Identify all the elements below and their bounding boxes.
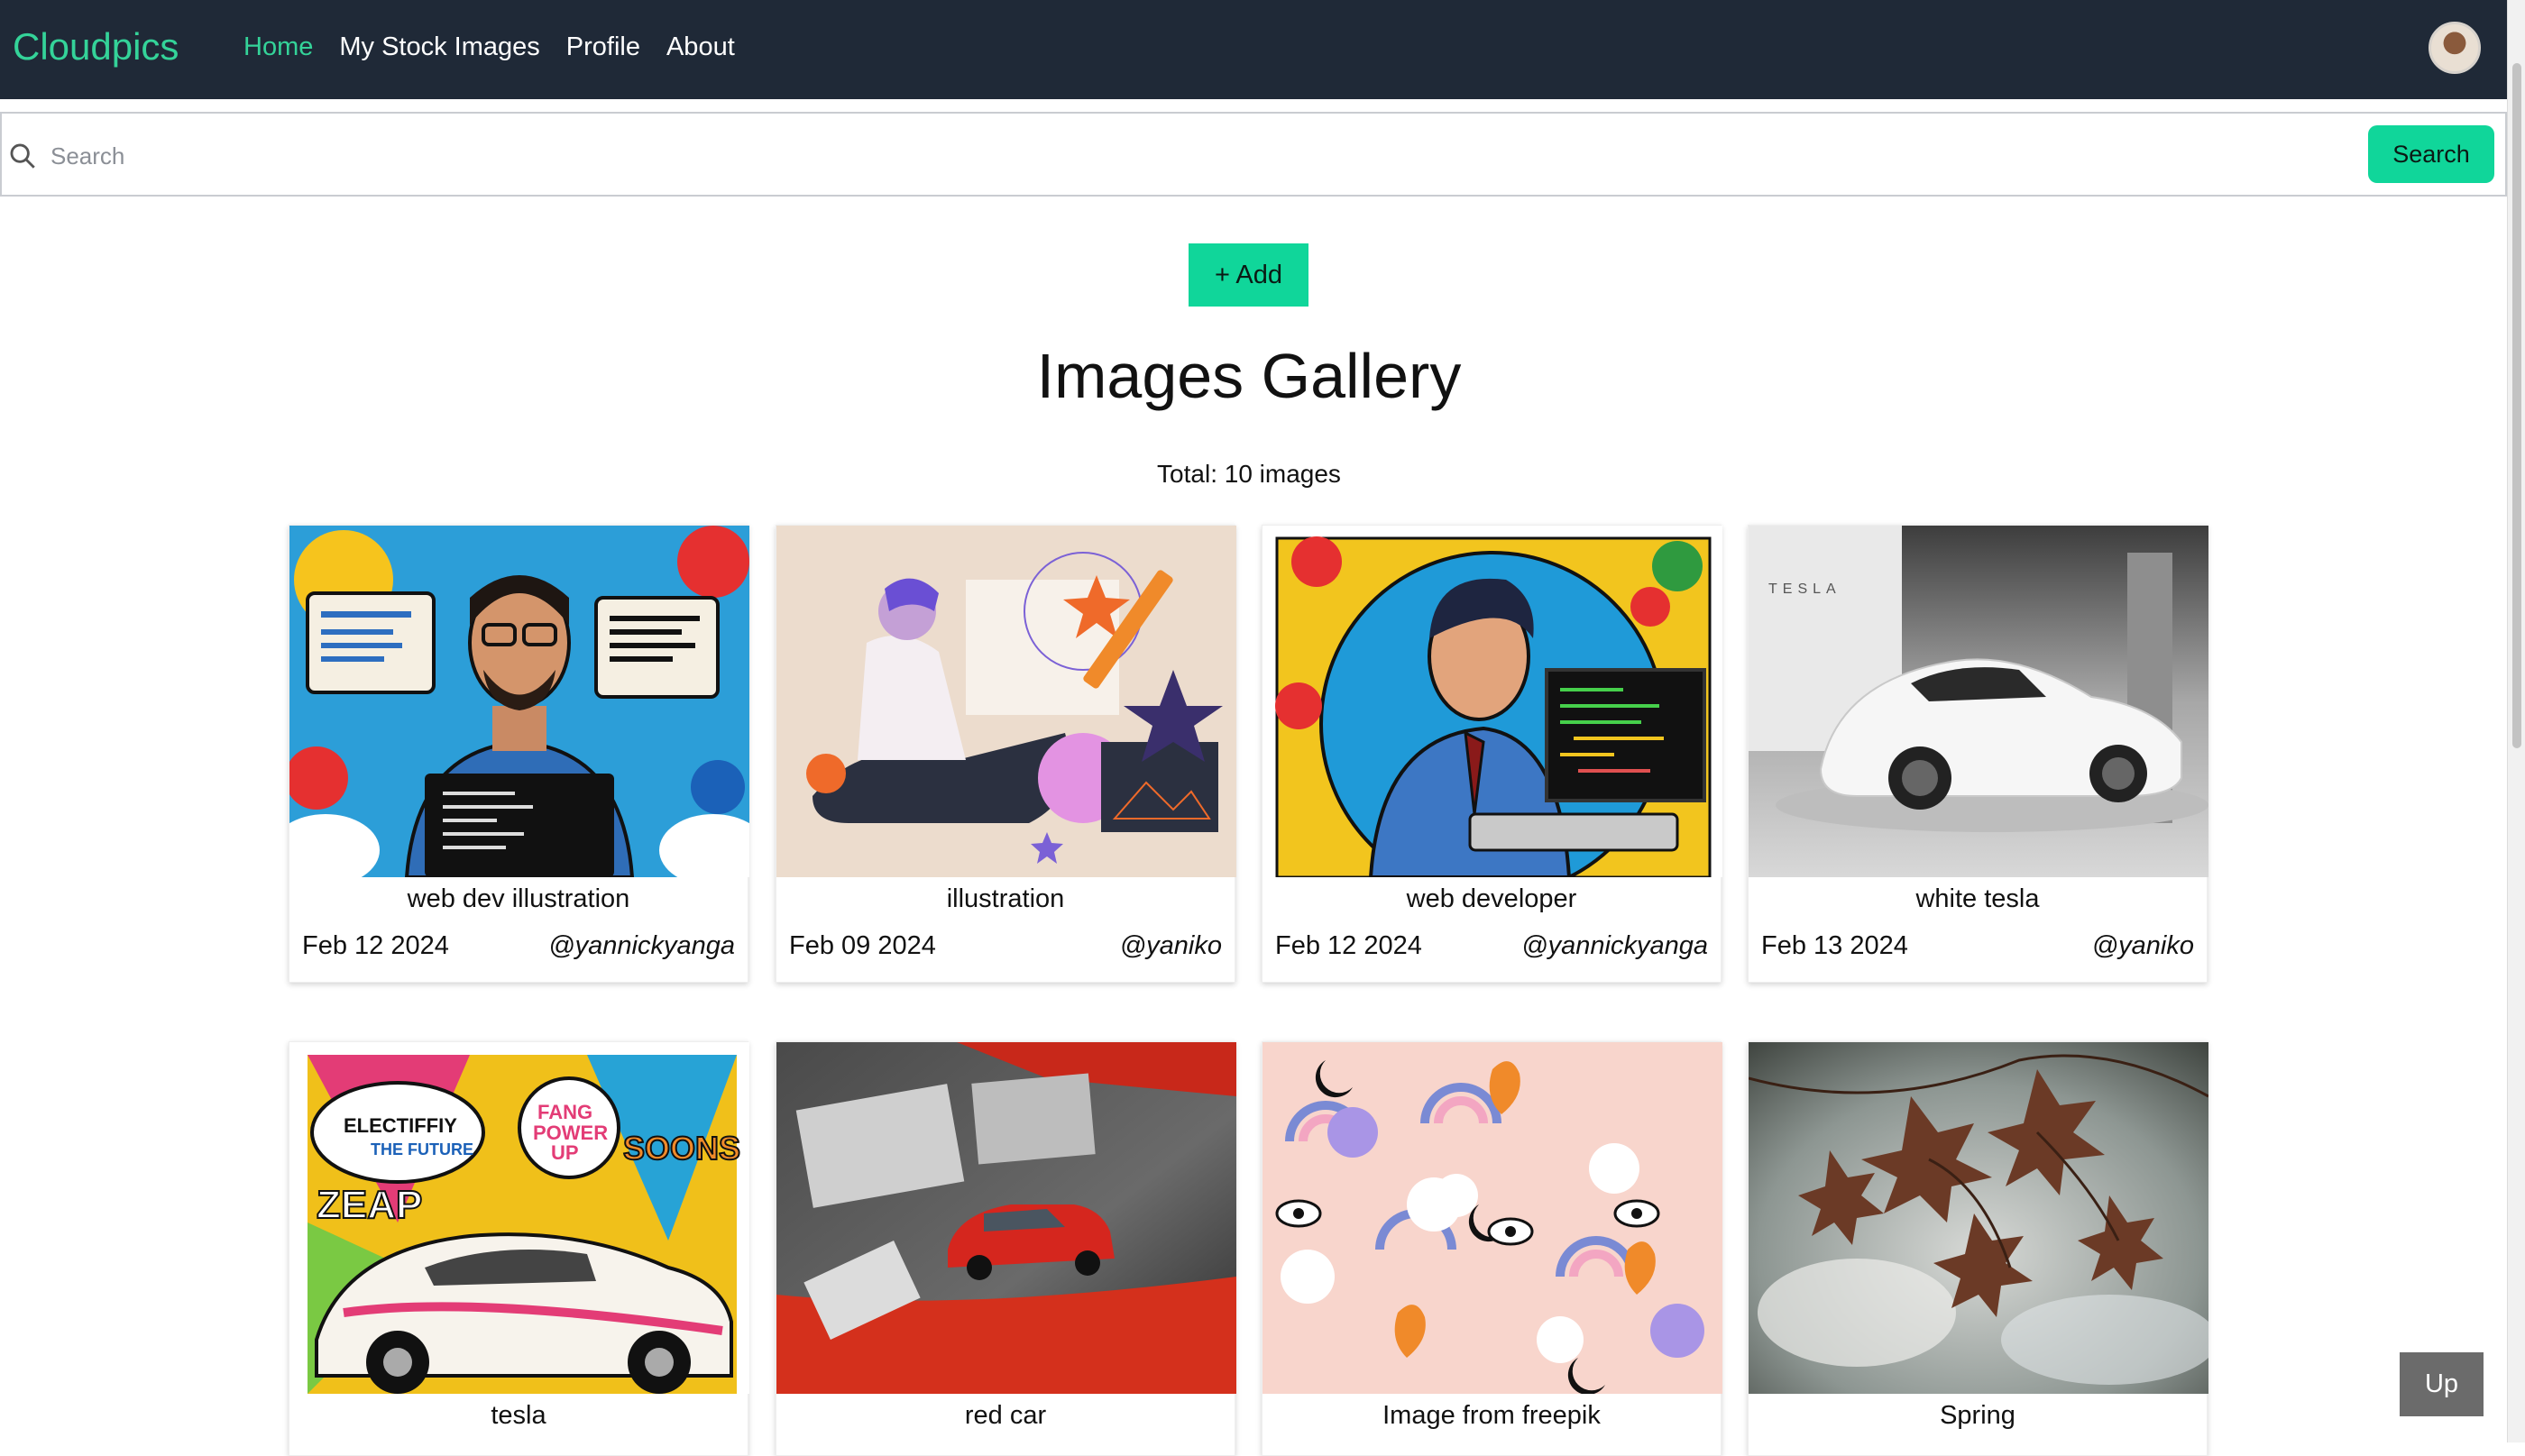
card-date: Feb 12 2024: [302, 931, 449, 960]
card-meta: Feb 13 2024 @yaniko: [1749, 931, 2207, 961]
card-image-pop-art-web-developer: [289, 526, 749, 877]
image-card[interactable]: illustration Feb 09 2024 @yaniko: [776, 525, 1236, 983]
nav-link-about[interactable]: About: [666, 32, 735, 62]
card-meta: Feb 12 2024 @yannickyanga: [1262, 931, 1721, 961]
nav-link-profile[interactable]: Profile: [566, 32, 640, 62]
page-title: Images Gallery: [1036, 341, 1462, 411]
card-title: web dev illustration: [407, 884, 630, 913]
card-title: illustration: [946, 884, 1065, 913]
card-date: Feb 13 2024: [1761, 931, 1908, 960]
image-card[interactable]: web dev illustration Feb 12 2024 @yannic…: [289, 525, 749, 983]
card-title: red car: [964, 1401, 1047, 1430]
image-card[interactable]: Image from freepik: [1262, 1041, 1722, 1456]
svg-text:ELECTIFFIY: ELECTIFFIY: [344, 1114, 457, 1137]
card-title: tesla: [491, 1401, 546, 1430]
card-user[interactable]: @yaniko: [1120, 931, 1222, 961]
card-meta: Feb 12 2024 @yannickyanga: [289, 931, 748, 961]
svg-text:ZEAP: ZEAP: [317, 1183, 422, 1227]
svg-text:UP: UP: [551, 1141, 579, 1164]
total-count: Total: 10 images: [1157, 460, 1341, 488]
svg-text:THE FUTURE: THE FUTURE: [371, 1140, 473, 1158]
add-button[interactable]: + Add: [1189, 243, 1308, 307]
image-card[interactable]: ELECTIFFIY THE FUTURE FANG POWER UP ZEAP…: [289, 1041, 749, 1456]
svg-text:TESLA: TESLA: [1768, 581, 1841, 597]
card-date: Feb 12 2024: [1275, 931, 1422, 960]
search-bar: Search: [0, 112, 2507, 197]
image-card[interactable]: red car: [776, 1041, 1236, 1456]
nav-link-home[interactable]: Home: [243, 32, 313, 62]
search-icon: [10, 143, 35, 169]
svg-text:SOONS: SOONS: [623, 1130, 740, 1167]
image-card[interactable]: TESLA white tesla Feb 13 2024 @yaniko: [1748, 525, 2208, 983]
card-image-pink-pattern: [1262, 1042, 1722, 1394]
card-image-red-car: [776, 1042, 1236, 1394]
image-card[interactable]: Spring: [1748, 1041, 2208, 1456]
card-title: Image from freepik: [1382, 1401, 1601, 1430]
nav-links: Home My Stock Images Profile About: [243, 32, 735, 62]
card-date: Feb 09 2024: [789, 931, 936, 960]
card-image-autumn-leaves: [1749, 1042, 2208, 1394]
search-button[interactable]: Search: [2368, 125, 2494, 183]
card-title: white tesla: [1915, 884, 2040, 913]
card-image-white-tesla: TESLA: [1749, 526, 2208, 877]
svg-text:FANG: FANG: [537, 1101, 592, 1123]
card-image-flat-illustration: [776, 526, 1236, 877]
user-avatar[interactable]: [2429, 22, 2481, 74]
card-user[interactable]: @yaniko: [2092, 931, 2194, 961]
card-meta: Feb 09 2024 @yaniko: [776, 931, 1235, 961]
search-input[interactable]: [49, 132, 2352, 180]
scroll-up-button[interactable]: Up: [2400, 1352, 2484, 1416]
card-title: web developer: [1406, 884, 1577, 913]
brand-logo[interactable]: Cloudpics: [13, 25, 179, 69]
top-navbar: Cloudpics Home My Stock Images Profile A…: [0, 0, 2525, 99]
card-user[interactable]: @yannickyanga: [548, 931, 735, 961]
nav-link-my-stock-images[interactable]: My Stock Images: [339, 32, 539, 62]
scrollbar-thumb[interactable]: [2512, 63, 2521, 748]
card-title: Spring: [1940, 1401, 2015, 1430]
card-image-pop-art-developer: [1262, 526, 1722, 877]
card-image-pop-art-tesla: ELECTIFFIY THE FUTURE FANG POWER UP ZEAP…: [289, 1042, 749, 1394]
card-user[interactable]: @yannickyanga: [1521, 931, 1708, 961]
image-card[interactable]: web developer Feb 12 2024 @yannickyanga: [1262, 525, 1722, 983]
